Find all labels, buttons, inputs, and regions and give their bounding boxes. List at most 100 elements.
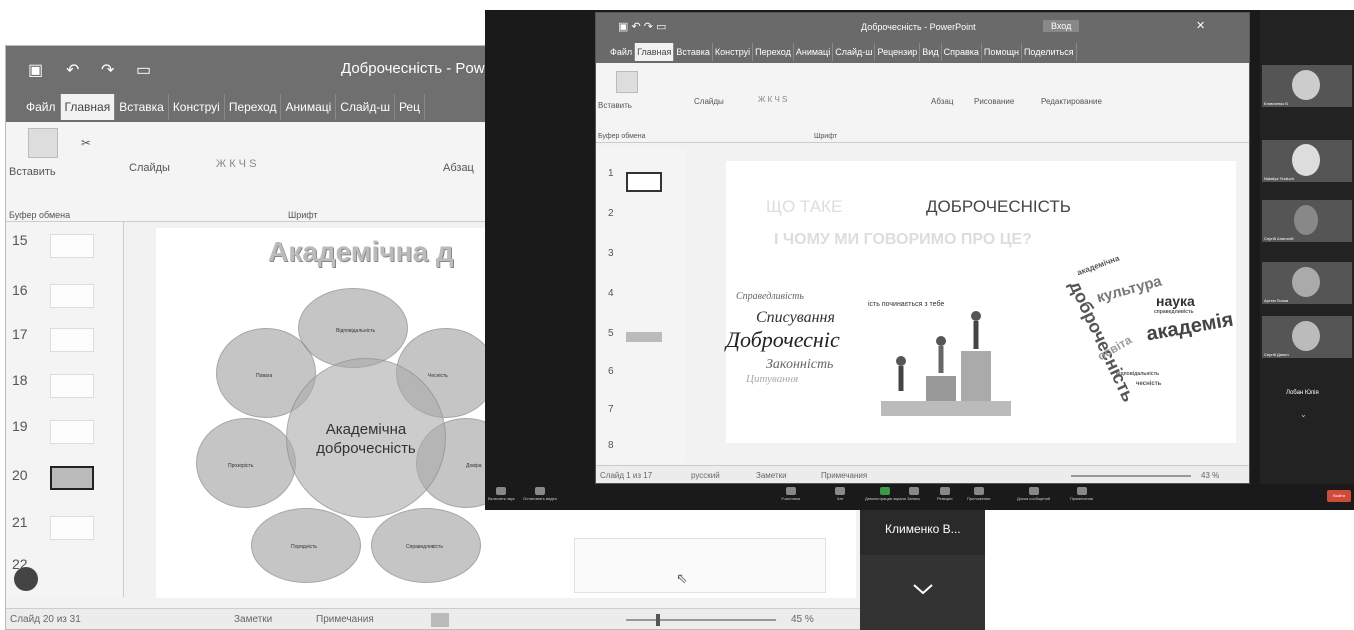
close-icon[interactable]: ✕ [1196,19,1205,32]
language-indicator[interactable]: русский [691,471,720,480]
slide-thumbnail-selected[interactable] [626,172,662,192]
tab-animations[interactable]: Анимаці [794,43,834,61]
mute-button[interactable]: Включить звук [488,487,515,501]
thumb-number: 7 [608,404,614,415]
tab-view[interactable]: Вид [920,43,942,61]
thumb-number: 5 [608,328,614,339]
tab-home[interactable]: Главная [635,43,675,61]
tab-slideshow[interactable]: Слайд-ш [336,94,395,120]
font-format-buttons[interactable]: Ж К Ч S [758,95,787,104]
cloud-word: справедливість [1154,309,1194,315]
thumb-number: 3 [608,248,614,259]
tab-help[interactable]: Справка [942,43,982,61]
tab-slideshow[interactable]: Слайд-ш [833,43,876,61]
document-title: Доброчесність - Pow [341,60,485,77]
slides-button[interactable]: Слайды [129,162,170,174]
chevron-down-icon[interactable] [912,582,934,596]
slide-canvas[interactable]: ЩО ТАКЕ ДОБРОЧЕСНІСТЬ І ЧОМУ МИ ГОВОРИМО… [726,161,1236,443]
whiteboard-button[interactable]: Доска сообщений [1017,487,1050,501]
slide-thumbnail[interactable] [50,284,94,308]
notes-button[interactable]: Заметки [756,471,787,480]
share-screen-button[interactable]: Демонстрация экрана [865,487,906,501]
clipboard-label: Буфер обмена [9,210,71,220]
participant-tile[interactable]: Сергій Анатолій [1262,200,1352,242]
cut-icon[interactable]: ✂ [81,136,91,150]
ribbon: Вставить Слайды Ж К Ч S Абзац Рисование … [596,63,1249,143]
slide-thumbnail-selected[interactable] [50,466,94,490]
slideshow-icon[interactable]: ▭ [136,60,151,80]
slides-button[interactable]: Слайды [694,97,724,106]
paste-button[interactable]: Вставить [9,166,56,178]
zoom-level: 45 % [791,614,814,625]
participant-tile[interactable]: Nataliya Tesliuch [1262,140,1352,182]
notes-button[interactable]: Заметки [234,614,272,625]
paragraph-group[interactable]: Абзац [443,162,474,174]
font-group-label: Шрифт [814,133,838,140]
thumb-number: 8 [608,440,614,451]
tab-file[interactable]: Файл [596,43,636,61]
tab-transitions[interactable]: Переход [753,43,794,61]
sign-in-button[interactable]: Вход [1043,20,1080,32]
circle-label: Прозорість [228,463,254,469]
tab-design[interactable]: Конструі [169,94,225,120]
tab-animations[interactable]: Анимаці [281,94,337,120]
tab-home[interactable]: Главная [60,94,116,120]
pen-tool-button[interactable] [14,567,38,591]
tab-insert[interactable]: Вставка [674,43,713,61]
video-button[interactable]: Остановить видео [523,487,557,501]
save-icon[interactable]: ▣ ↶ ↷ ▭ [618,20,666,33]
apps-icon [973,487,984,495]
slide-count: Слайд 1 из 17 [600,471,653,480]
reaction-icon [939,487,950,495]
notes-icon [1076,487,1087,495]
slide-thumbnail[interactable] [626,332,662,342]
paste-icon[interactable] [616,71,638,93]
leave-meeting-button[interactable]: Выйти [1327,490,1351,502]
chevron-down-icon[interactable]: ⌄ [1300,410,1307,419]
thumb-number: 16 [12,282,28,298]
slide-thumbnail[interactable] [50,420,94,444]
redo-icon[interactable]: ↷ [101,60,114,80]
paste-button[interactable]: Вставить [598,101,632,110]
save-icon[interactable]: ▣ [28,60,43,80]
tab-review[interactable]: Рецензир [875,43,921,61]
zoom-slider-thumb[interactable] [656,614,660,626]
slide-thumbnail[interactable] [50,234,94,258]
normal-view-icon[interactable] [431,613,449,627]
toolbar-label: Включить звук [488,496,515,501]
participants-button[interactable]: Участники [781,487,800,501]
tab-tell-me[interactable]: Помощн [982,43,1022,61]
chat-button[interactable]: Чат [835,487,845,501]
slide-thumbnail[interactable] [50,374,94,398]
comments-button[interactable]: Примечания [821,471,867,480]
editing-group[interactable]: Редактирование [1041,97,1102,106]
microphone-icon [496,487,507,495]
paragraph-group[interactable]: Абзац [931,97,953,106]
record-button[interactable]: Запись [907,487,920,501]
comments-button[interactable]: Примечания [316,614,374,625]
drawing-group[interactable]: Рисование [974,97,1014,106]
slide-thumbnail[interactable] [50,328,94,352]
tab-share[interactable]: Поделиться [1022,43,1077,61]
font-format-buttons[interactable]: Ж К Ч S [216,158,256,170]
toolbar-label: Доска сообщений [1017,496,1051,501]
circle-label: Справедливість [406,544,443,550]
tab-insert[interactable]: Вставка [115,94,169,120]
toolbar-label: Приложения [967,496,991,501]
notes-area[interactable] [574,538,826,593]
reactions-button[interactable]: Реакции [937,487,952,501]
tab-file[interactable]: Файл [6,94,61,120]
tab-design[interactable]: Конструі [713,43,754,61]
zoom-slider[interactable] [626,619,776,621]
slide-thumbnail[interactable] [50,516,94,540]
participant-tile[interactable]: Климченко В [1262,65,1352,107]
tab-review[interactable]: Рец [395,94,425,120]
participant-tile[interactable]: Сергій Данил [1262,316,1352,358]
apps-button[interactable]: Приложения [967,487,990,501]
zoom-slider[interactable] [1071,475,1191,477]
participant-tile[interactable]: Артем Попов [1262,262,1352,304]
paste-icon[interactable] [28,128,58,158]
undo-icon[interactable]: ↶ [66,60,79,80]
notes-button[interactable]: Примечания [1070,487,1093,501]
tab-transitions[interactable]: Переход [225,94,282,120]
